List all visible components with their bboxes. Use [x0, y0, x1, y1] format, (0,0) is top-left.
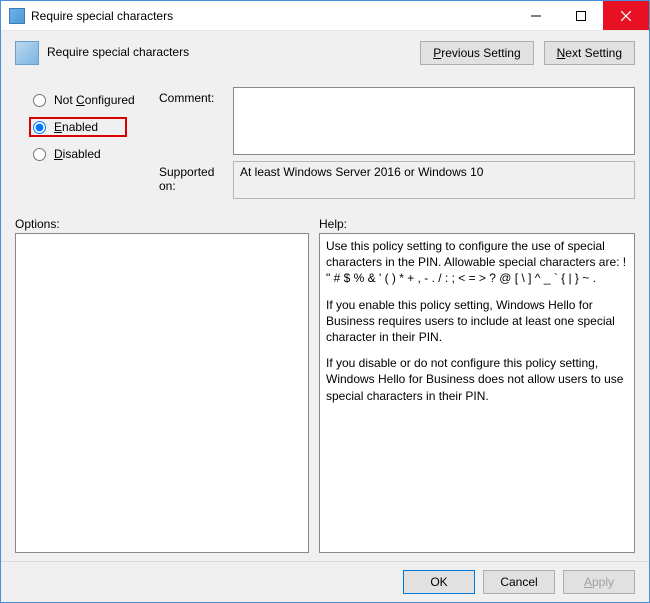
- radio-disabled-input[interactable]: [33, 148, 46, 161]
- help-label: Help:: [319, 217, 347, 231]
- help-paragraph: If you enable this policy setting, Windo…: [326, 297, 628, 346]
- previous-setting-button[interactable]: Previous Setting: [420, 41, 533, 65]
- policy-icon: [15, 41, 39, 65]
- policy-app-icon: [9, 8, 25, 24]
- radio-not-configured[interactable]: Not Configured: [33, 91, 155, 109]
- ok-button[interactable]: OK: [403, 570, 475, 594]
- comment-textarea[interactable]: [233, 87, 635, 155]
- policy-editor-window: Require special characters Require speci…: [0, 0, 650, 603]
- help-paragraph: If you disable or do not configure this …: [326, 355, 628, 404]
- radio-enabled-input[interactable]: [33, 121, 46, 134]
- radio-enabled[interactable]: Enabled: [29, 117, 127, 137]
- radio-disabled[interactable]: Disabled: [33, 145, 155, 163]
- options-label: Options:: [15, 217, 319, 231]
- window-title: Require special characters: [31, 9, 513, 23]
- dialog-footer: OK Cancel Apply: [1, 561, 649, 602]
- supported-on-label: Supported on:: [159, 161, 229, 193]
- state-radio-group: Not Configured Enabled Disabled: [15, 87, 155, 163]
- window-controls: [513, 1, 649, 30]
- policy-title: Require special characters: [47, 45, 189, 59]
- close-button[interactable]: [603, 1, 649, 30]
- content-area: Require special characters Previous Sett…: [1, 31, 649, 602]
- next-setting-button[interactable]: Next Setting: [544, 41, 635, 65]
- comment-label: Comment:: [159, 87, 229, 105]
- minimize-button[interactable]: [513, 1, 558, 30]
- supported-on-value: At least Windows Server 2016 or Windows …: [233, 161, 635, 199]
- titlebar: Require special characters: [1, 1, 649, 31]
- radio-not-configured-input[interactable]: [33, 94, 46, 107]
- options-pane[interactable]: [15, 233, 309, 553]
- help-paragraph: Use this policy setting to configure the…: [326, 238, 628, 287]
- apply-button[interactable]: Apply: [563, 570, 635, 594]
- maximize-button[interactable]: [558, 1, 603, 30]
- help-pane[interactable]: Use this policy setting to configure the…: [319, 233, 635, 553]
- cancel-button[interactable]: Cancel: [483, 570, 555, 594]
